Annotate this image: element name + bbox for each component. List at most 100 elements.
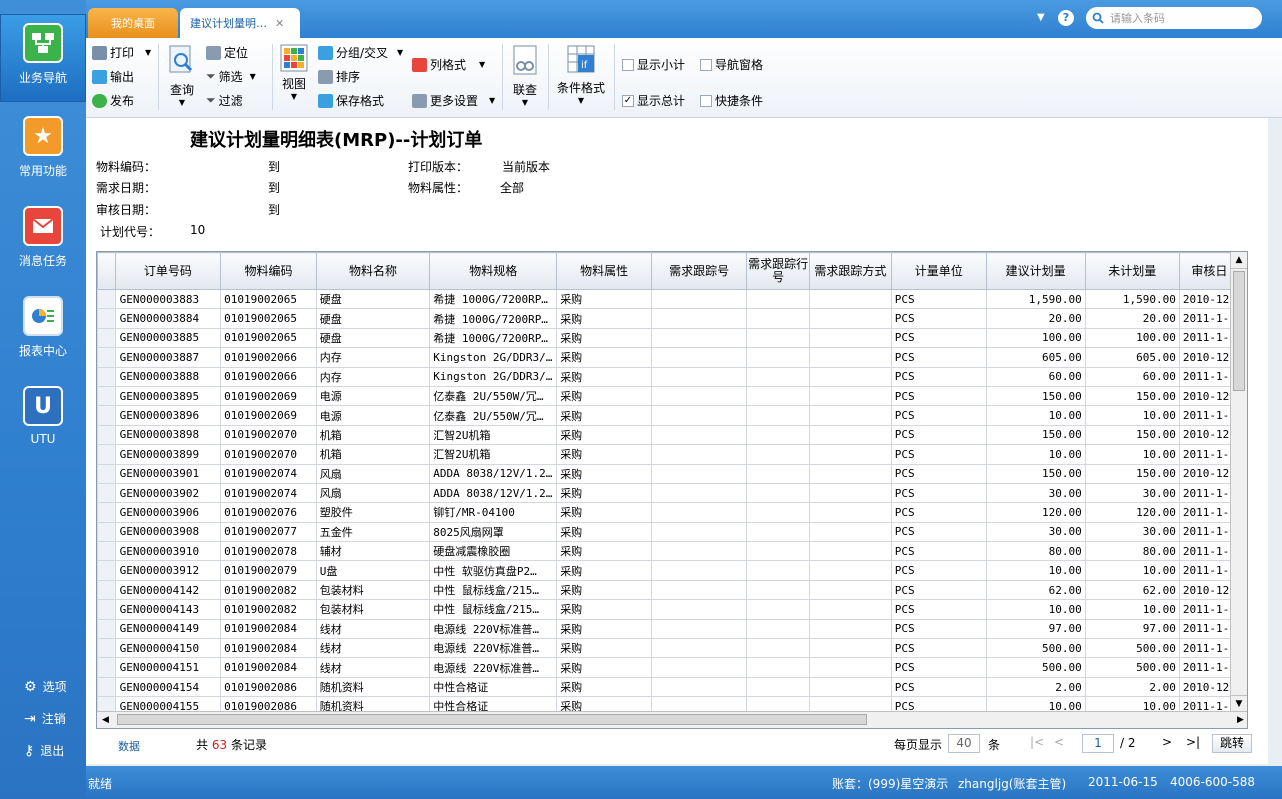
row-header[interactable] [97, 347, 116, 368]
table-cell[interactable] [746, 560, 810, 581]
table-cell[interactable]: 希捷 1000G/7200RP… [429, 327, 558, 349]
table-cell[interactable] [809, 385, 892, 407]
link-query-button[interactable]: 联查 ▼ [508, 44, 542, 107]
nav-messages[interactable]: 消息任务 [0, 206, 86, 269]
column-header[interactable]: 物料规格 [429, 252, 558, 290]
search-box[interactable]: 请输入条码 [1086, 7, 1262, 29]
table-cell[interactable]: 97.00 [1084, 618, 1180, 640]
table-cell[interactable]: 亿泰鑫 2U/550W/冗… [429, 405, 558, 426]
view-button[interactable]: 视图 ▼ [278, 44, 310, 101]
table-cell[interactable] [809, 288, 892, 310]
nav-business[interactable]: 业务导航 [0, 14, 86, 102]
table-cell[interactable]: 电源线 220V标准普… [429, 618, 558, 640]
row-header[interactable] [97, 405, 116, 426]
table-cell[interactable]: 01019002084 [220, 618, 317, 640]
table-cell[interactable] [651, 521, 748, 543]
table-cell[interactable]: GEN000004150 [114, 638, 222, 659]
checkbox-unchecked[interactable] [700, 94, 712, 107]
table-cell[interactable] [651, 579, 748, 601]
table-cell[interactable]: PCS [890, 405, 987, 426]
table-cell[interactable]: Kingston 2G/DDR3/… [429, 366, 558, 387]
table-cell[interactable]: 采购 [556, 424, 653, 446]
table-cell[interactable]: 150.00 [985, 424, 1086, 446]
locate-button[interactable]: 定位 [206, 44, 248, 61]
prev-page-icon[interactable]: < [1054, 735, 1064, 749]
table-cell[interactable]: 2.00 [1084, 676, 1180, 698]
table-cell[interactable]: 电源线 220V标准普… [429, 657, 558, 678]
table-cell[interactable]: 2.00 [985, 676, 1086, 698]
table-cell[interactable]: GEN000003902 [114, 482, 222, 504]
table-cell[interactable]: 01019002074 [220, 482, 317, 504]
table-cell[interactable]: 采购 [556, 288, 653, 310]
table-cell[interactable] [746, 541, 810, 562]
table-cell[interactable] [809, 599, 892, 620]
logout-button[interactable]: ⇥ 注销 [24, 710, 66, 727]
table-cell[interactable]: 30.00 [1084, 521, 1180, 543]
table-cell[interactable]: 500.00 [1084, 638, 1180, 659]
row-header[interactable] [97, 482, 116, 504]
table-cell[interactable] [746, 676, 810, 698]
table-cell[interactable]: GEN000004142 [114, 579, 222, 601]
table-cell[interactable]: 希捷 1000G/7200RP… [429, 288, 558, 310]
row-header[interactable] [97, 541, 116, 562]
table-cell[interactable]: 01019002069 [220, 405, 317, 426]
table-cell[interactable]: PCS [890, 444, 987, 465]
table-cell[interactable]: GEN000003895 [114, 385, 222, 407]
table-cell[interactable]: GEN000004143 [114, 599, 222, 620]
table-cell[interactable] [651, 657, 748, 678]
table-cell[interactable] [746, 385, 810, 407]
checkbox-checked[interactable]: ✓ [622, 94, 634, 107]
table-cell[interactable] [809, 657, 892, 678]
table-cell[interactable]: 605.00 [1084, 347, 1180, 368]
table-cell[interactable]: 硬盘 [315, 327, 431, 349]
nav-reports[interactable]: 报表中心 [0, 296, 86, 359]
col-format-button[interactable]: 列格式 ▼ [412, 56, 485, 73]
row-header[interactable] [97, 463, 116, 484]
table-cell[interactable]: 采购 [556, 385, 653, 407]
column-header[interactable]: 物料属性 [556, 252, 653, 290]
table-cell[interactable]: 内存 [315, 347, 431, 368]
table-cell[interactable]: 采购 [556, 560, 653, 581]
table-cell[interactable] [746, 424, 810, 446]
table-cell[interactable] [746, 288, 810, 310]
table-cell[interactable]: 希捷 1000G/7200RP… [429, 308, 558, 329]
table-cell[interactable]: 采购 [556, 618, 653, 640]
table-cell[interactable]: 电源 [315, 385, 431, 407]
sort-button[interactable]: 排序 [318, 68, 360, 85]
table-cell[interactable]: 采购 [556, 502, 653, 523]
table-cell[interactable] [809, 463, 892, 484]
table-cell[interactable]: 01019002077 [220, 521, 317, 543]
table-cell[interactable]: GEN000003908 [114, 521, 222, 543]
row-header[interactable] [97, 327, 116, 349]
row-header[interactable] [97, 424, 116, 446]
table-cell[interactable]: 80.00 [1084, 541, 1180, 562]
column-header[interactable]: 物料名称 [315, 252, 431, 290]
table-cell[interactable]: 01019002082 [220, 599, 317, 620]
row-header[interactable] [97, 560, 116, 581]
table-cell[interactable]: GEN000003910 [114, 541, 222, 562]
table-cell[interactable]: 中性 鼠标线盒/215… [429, 579, 558, 601]
row-header[interactable] [97, 308, 116, 329]
per-page-input[interactable]: 40 [948, 734, 980, 753]
group-button[interactable]: 分组/交叉 ▼ [318, 44, 403, 61]
table-cell[interactable]: 采购 [556, 347, 653, 368]
table-cell[interactable] [746, 579, 810, 601]
data-tab[interactable]: 数据 [118, 738, 140, 754]
table-cell[interactable]: 150.00 [1084, 385, 1180, 407]
table-cell[interactable] [651, 541, 748, 562]
row-header[interactable] [97, 502, 116, 523]
table-cell[interactable]: 中性 鼠标线盒/215… [429, 599, 558, 620]
quick-cond-checkbox[interactable]: 快捷条件 [700, 92, 763, 109]
table-cell[interactable]: 辅材 [315, 541, 431, 562]
table-cell[interactable]: 风扇 [315, 482, 431, 504]
table-cell[interactable]: 30.00 [985, 521, 1086, 543]
table-cell[interactable]: 采购 [556, 405, 653, 426]
table-row[interactable]: GEN000003895 01019002069 电源 亿泰鑫 2U/550W/冗… 采… [97, 385, 1247, 407]
table-cell[interactable]: 8025风扇网罩 [429, 521, 558, 543]
table-cell[interactable] [746, 444, 810, 465]
table-cell[interactable]: 100.00 [1084, 327, 1180, 349]
table-cell[interactable] [746, 599, 810, 620]
table-cell[interactable]: 605.00 [985, 347, 1086, 368]
table-cell[interactable] [809, 366, 892, 387]
table-cell[interactable] [809, 618, 892, 640]
